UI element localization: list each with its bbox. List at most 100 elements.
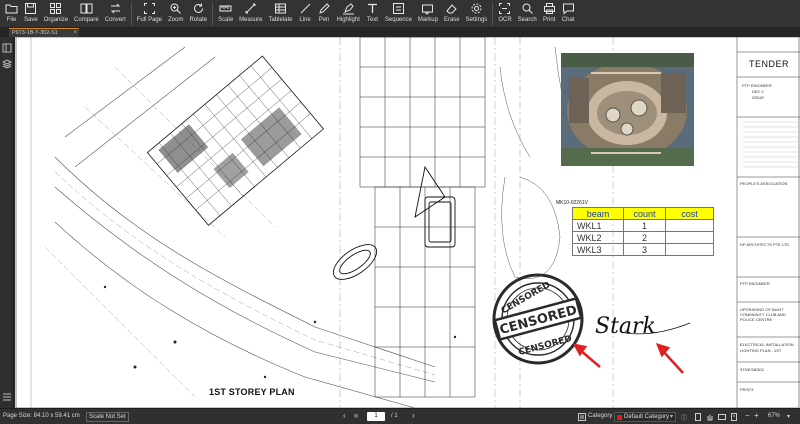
- full-page-button[interactable]: Full Page: [134, 0, 165, 28]
- zoom-level[interactable]: 67%: [768, 413, 780, 419]
- chat-button[interactable]: Chat: [559, 0, 578, 28]
- measure-button[interactable]: Measure: [236, 0, 265, 28]
- sequence-icon: [392, 3, 404, 14]
- fit-width-icon[interactable]: [718, 413, 726, 421]
- hand-tool-icon[interactable]: [706, 413, 714, 421]
- cell-cost[interactable]: [665, 231, 714, 244]
- compare-icon: [80, 3, 93, 14]
- toolbar-divider: [492, 3, 494, 25]
- category-select[interactable]: Default Category ▾: [614, 412, 676, 422]
- left-sidebar: [0, 37, 14, 408]
- pen-button[interactable]: Pen: [315, 0, 334, 28]
- zoom-button[interactable]: Zoom: [165, 0, 186, 28]
- close-icon[interactable]: ×: [73, 29, 77, 37]
- chevron-down-icon[interactable]: ▾: [787, 413, 790, 420]
- markup-button[interactable]: Markup: [415, 0, 441, 28]
- compare-button[interactable]: Compare: [71, 0, 102, 28]
- cell-beam[interactable]: WKL3: [572, 243, 624, 256]
- convert-icon: [110, 3, 120, 14]
- title-block-text: PR/973: [740, 387, 754, 392]
- search-icon: [522, 3, 533, 14]
- grid-reference-label: MK10-02261V: [556, 200, 588, 206]
- table-header-row: beam count cost: [572, 207, 714, 220]
- header-beam[interactable]: beam: [572, 207, 624, 220]
- rotate-icon: [193, 3, 203, 13]
- save-button[interactable]: Save: [21, 0, 41, 28]
- settings-button[interactable]: Settings: [463, 0, 491, 28]
- line-icon: [300, 3, 310, 14]
- document-tab[interactable]: P973-1B-T-302-S1 ×: [9, 28, 79, 37]
- ocr-icon: [499, 3, 511, 14]
- title-block-text: PTP ENGINEER: [742, 83, 772, 88]
- page-size-readout: Page Size: 84.10 x 59.41 cm: [3, 413, 80, 419]
- prev-page-icon[interactable]: ‹: [343, 411, 346, 420]
- title-block-text: POLICE CENTRE: [740, 317, 773, 322]
- folder-icon: [5, 4, 18, 14]
- text-button[interactable]: Text: [363, 0, 382, 28]
- red-arrow-annotation[interactable]: [572, 343, 684, 374]
- table-row: WKL1 1: [572, 219, 714, 232]
- convert-button[interactable]: Convert: [102, 0, 129, 28]
- scale-button[interactable]: Scale: [215, 0, 236, 28]
- cell-count[interactable]: 1: [623, 219, 666, 232]
- page-number-input[interactable]: 1: [367, 412, 385, 421]
- plan-title: 1ST STOREY PLAN: [209, 387, 295, 397]
- table-icon: [275, 3, 287, 14]
- cell-beam[interactable]: WKL2: [572, 231, 624, 244]
- sequence-button[interactable]: Sequence: [382, 0, 415, 28]
- info-icon[interactable]: ⓘ: [681, 413, 687, 422]
- print-icon: [543, 3, 555, 14]
- list-icon[interactable]: [2, 392, 12, 402]
- organize-icon: [50, 3, 62, 14]
- rotate-button[interactable]: Rotate: [186, 0, 210, 28]
- file-button[interactable]: File: [2, 0, 21, 28]
- search-button[interactable]: Search: [515, 0, 540, 28]
- line-button[interactable]: Line: [296, 0, 315, 28]
- category-value: Default Category: [624, 414, 670, 420]
- markup-icon: [422, 4, 434, 15]
- zoom-out-button[interactable]: −: [745, 411, 750, 420]
- category-label: Category: [588, 413, 613, 419]
- document-canvas[interactable]: CENSORED CENSORED CENSORED Stark beam co…: [15, 37, 800, 408]
- title-block-text: 973/E/08/302: [740, 367, 764, 372]
- table-button[interactable]: Tablelate: [266, 0, 296, 28]
- header-cost[interactable]: cost: [665, 207, 714, 220]
- single-page-icon[interactable]: [694, 413, 702, 421]
- scale-status[interactable]: Scale Not Set: [86, 412, 129, 422]
- header-count[interactable]: count: [623, 207, 666, 220]
- first-page-icon[interactable]: «: [354, 411, 358, 420]
- beam-cost-table[interactable]: beam count cost WKL1 1 WKL2 2 WKL3 3: [572, 207, 714, 256]
- table-row: WKL3 3: [572, 243, 714, 256]
- panel-toggle-icon[interactable]: [2, 43, 12, 53]
- ocr-button[interactable]: OCR: [495, 0, 514, 28]
- erase-button[interactable]: Erase: [441, 0, 463, 28]
- fit-page-icon[interactable]: [730, 413, 738, 421]
- next-page-icon[interactable]: ›: [412, 411, 415, 420]
- erase-icon: [446, 4, 457, 14]
- organize-button[interactable]: Organize: [41, 0, 71, 28]
- title-block-text: PEOPLE'S ASSOCIATION: [740, 181, 788, 186]
- full-page-icon: [143, 3, 155, 14]
- title-block-text: DEC 2: [752, 89, 764, 94]
- cell-count[interactable]: 2: [623, 231, 666, 244]
- document-tab-bar: P973-1B-T-302-S1 ×: [0, 28, 800, 37]
- total-pages: / 1: [391, 413, 398, 419]
- cell-cost[interactable]: [665, 219, 714, 232]
- tender-label: TENDER: [749, 59, 790, 69]
- cell-beam[interactable]: WKL1: [572, 219, 624, 232]
- cell-count[interactable]: 3: [623, 243, 666, 256]
- cell-cost[interactable]: [665, 243, 714, 256]
- zoom-in-button[interactable]: +: [754, 411, 759, 420]
- layers-icon[interactable]: [2, 59, 12, 69]
- text-icon: [367, 3, 377, 13]
- gear-icon: [471, 3, 482, 14]
- toolbar-divider: [212, 3, 214, 25]
- category-icon: [578, 413, 586, 421]
- main-toolbar: File Save Organize Compare Convert Full …: [0, 0, 800, 28]
- status-bar: Page Size: 84.10 x 59.41 cm Scale Not Se…: [0, 408, 800, 424]
- signature: Stark: [595, 314, 656, 339]
- print-button[interactable]: Print: [540, 0, 559, 28]
- title-block-text: ISSUE: [752, 95, 765, 100]
- highlight-button[interactable]: Highlight: [334, 0, 363, 28]
- pen-icon: [318, 3, 330, 14]
